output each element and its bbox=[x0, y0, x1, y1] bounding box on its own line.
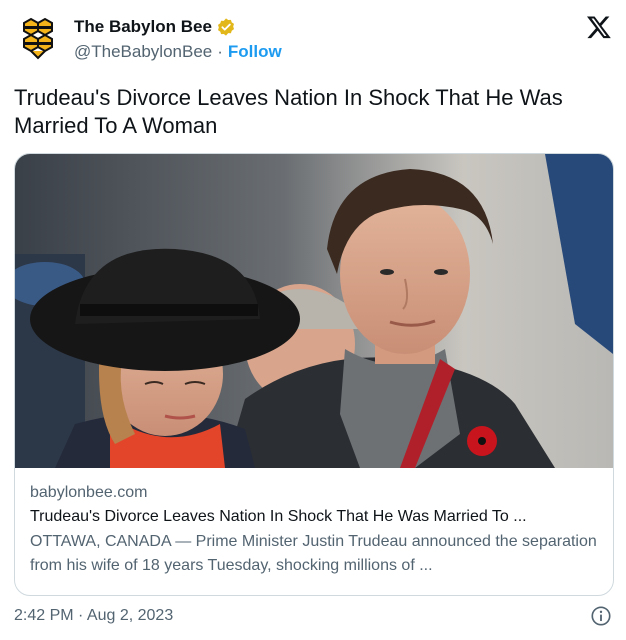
display-name[interactable]: The Babylon Bee bbox=[74, 17, 212, 37]
handle[interactable]: @TheBabylonBee bbox=[74, 42, 212, 62]
timestamp[interactable]: 2:42 PM · Aug 2, 2023 bbox=[14, 607, 173, 625]
tweet-text: Trudeau's Divorce Leaves Nation In Shock… bbox=[14, 85, 563, 138]
follow-button[interactable]: Follow bbox=[228, 42, 282, 62]
verified-badge-icon bbox=[217, 18, 234, 36]
separator: · bbox=[217, 42, 223, 61]
card-text: babylonbee.com Trudeau's Divorce Leaves … bbox=[30, 482, 600, 578]
info-icon[interactable] bbox=[590, 605, 612, 627]
babylon-bee-logo-icon[interactable] bbox=[14, 14, 62, 62]
meta-row: @TheBabylonBee · Follow bbox=[74, 39, 282, 65]
x-logo-icon[interactable] bbox=[586, 14, 612, 40]
card-description: OTTAWA, CANADA — Prime Minister Justin T… bbox=[30, 533, 597, 574]
name-row: The Babylon Bee bbox=[74, 15, 282, 39]
card-image[interactable] bbox=[15, 154, 613, 468]
card-title[interactable]: Trudeau's Divorce Leaves Nation In Shock… bbox=[30, 504, 600, 530]
tweet-embed: The Babylon Bee @TheBabylonBee · Follow … bbox=[0, 0, 626, 640]
link-card[interactable]: babylonbee.com Trudeau's Divorce Leaves … bbox=[14, 153, 614, 596]
author-block: The Babylon Bee @TheBabylonBee · Follow bbox=[74, 15, 282, 65]
card-domain: babylonbee.com bbox=[30, 484, 148, 501]
